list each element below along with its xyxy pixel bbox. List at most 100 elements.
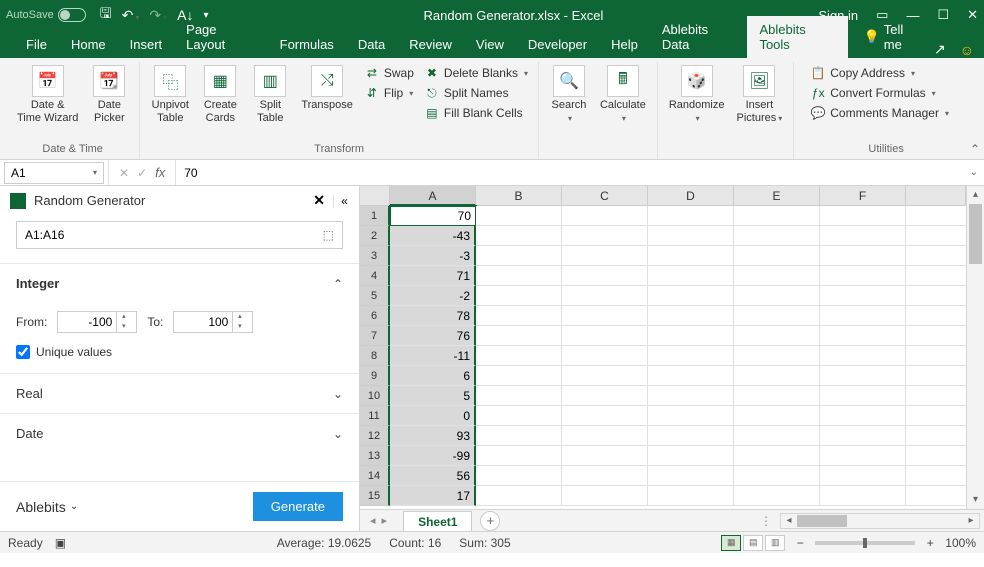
view-pagebreak-icon[interactable]: ▥	[765, 535, 785, 551]
col-header-C[interactable]: C	[562, 186, 648, 206]
cell-C12[interactable]	[562, 426, 648, 446]
cell-F4[interactable]	[820, 266, 906, 286]
split-names-button[interactable]: ⎋Split Names	[420, 84, 532, 102]
cell-F10[interactable]	[820, 386, 906, 406]
cell-D11[interactable]	[648, 406, 734, 426]
copy-address-button[interactable]: 📋Copy Address▾	[806, 64, 953, 82]
cell-C4[interactable]	[562, 266, 648, 286]
from-value[interactable]	[58, 315, 116, 329]
tab-help[interactable]: Help	[599, 31, 650, 58]
row-header-13[interactable]: 13	[360, 446, 390, 466]
cell-E3[interactable]	[734, 246, 820, 266]
ablebits-brand[interactable]: Ablebits ⌄	[16, 499, 78, 515]
tab-review[interactable]: Review	[397, 31, 464, 58]
cell-blank[interactable]	[906, 386, 966, 406]
cell-E13[interactable]	[734, 446, 820, 466]
cell-D4[interactable]	[648, 266, 734, 286]
zoom-in-icon[interactable]: +	[923, 536, 937, 550]
unique-checkbox-input[interactable]	[16, 345, 30, 359]
maximize-icon[interactable]: ☐	[937, 7, 949, 23]
flip-button[interactable]: ⇵Flip▾	[360, 84, 418, 102]
row-header-10[interactable]: 10	[360, 386, 390, 406]
row-header-5[interactable]: 5	[360, 286, 390, 306]
expand-formula-icon[interactable]: ⌄	[964, 167, 984, 178]
autosave-toggle[interactable]: AutoSave	[6, 8, 86, 22]
row-header-15[interactable]: 15	[360, 486, 390, 506]
cell-F12[interactable]	[820, 426, 906, 446]
cell-E15[interactable]	[734, 486, 820, 506]
fill-blank-button[interactable]: ▤Fill Blank Cells	[420, 104, 532, 122]
cell-B1[interactable]	[476, 206, 562, 226]
cell-C3[interactable]	[562, 246, 648, 266]
cell-B4[interactable]	[476, 266, 562, 286]
unique-values-checkbox[interactable]: Unique values	[16, 345, 343, 359]
redo-icon[interactable]: ↷▾	[149, 7, 167, 24]
col-header-B[interactable]: B	[476, 186, 562, 206]
cell-C10[interactable]	[562, 386, 648, 406]
horizontal-scrollbar[interactable]: ◂ ▸	[780, 513, 980, 529]
cell-C7[interactable]	[562, 326, 648, 346]
cell-A3[interactable]: -3	[390, 246, 476, 266]
cell-F3[interactable]	[820, 246, 906, 266]
cell-B7[interactable]	[476, 326, 562, 346]
macro-record-icon[interactable]: ▣	[55, 536, 66, 550]
view-pagelayout-icon[interactable]: ▤	[743, 535, 763, 551]
col-header-A[interactable]: A	[390, 186, 476, 206]
to-input[interactable]: ▴▾	[173, 311, 253, 333]
cell-blank[interactable]	[906, 446, 966, 466]
tab-formulas[interactable]: Formulas	[268, 31, 346, 58]
cell-A12[interactable]: 93	[390, 426, 476, 446]
search-button[interactable]: 🔍Search▾	[545, 62, 593, 141]
cell-B9[interactable]	[476, 366, 562, 386]
cell-F8[interactable]	[820, 346, 906, 366]
row-header-3[interactable]: 3	[360, 246, 390, 266]
tab-pagelayout[interactable]: Page Layout	[174, 16, 267, 58]
row-header-6[interactable]: 6	[360, 306, 390, 326]
section-header-real[interactable]: Real ⌄	[0, 374, 359, 413]
cell-D2[interactable]	[648, 226, 734, 246]
cell-blank[interactable]	[906, 226, 966, 246]
cell-C14[interactable]	[562, 466, 648, 486]
sheet-tab-sheet1[interactable]: Sheet1	[403, 511, 472, 531]
cell-blank[interactable]	[906, 266, 966, 286]
cell-D10[interactable]	[648, 386, 734, 406]
cell-A7[interactable]: 76	[390, 326, 476, 346]
cell-A4[interactable]: 71	[390, 266, 476, 286]
close-pane-icon[interactable]: ✕	[313, 192, 325, 209]
cell-C13[interactable]	[562, 446, 648, 466]
section-header-integer[interactable]: Integer ⌃	[0, 264, 359, 303]
tab-ablebits-data[interactable]: Ablebits Data	[650, 16, 748, 58]
cell-F2[interactable]	[820, 226, 906, 246]
cell-D7[interactable]	[648, 326, 734, 346]
tab-view[interactable]: View	[464, 31, 516, 58]
cell-E7[interactable]	[734, 326, 820, 346]
to-value[interactable]	[174, 315, 232, 329]
cell-A9[interactable]: 6	[390, 366, 476, 386]
tell-me[interactable]: 💡 Tell me	[852, 16, 934, 58]
fx-icon[interactable]: fx	[155, 165, 165, 180]
cell-E2[interactable]	[734, 226, 820, 246]
cell-E10[interactable]	[734, 386, 820, 406]
cell-B10[interactable]	[476, 386, 562, 406]
cell-D15[interactable]	[648, 486, 734, 506]
zoom-level[interactable]: 100%	[945, 536, 976, 550]
cell-D3[interactable]	[648, 246, 734, 266]
cell-D1[interactable]	[648, 206, 734, 226]
view-normal-icon[interactable]: ▦	[721, 535, 741, 551]
cell-D9[interactable]	[648, 366, 734, 386]
row-header-9[interactable]: 9	[360, 366, 390, 386]
cell-C2[interactable]	[562, 226, 648, 246]
cell-F11[interactable]	[820, 406, 906, 426]
from-input[interactable]: ▴▾	[57, 311, 137, 333]
scroll-thumb[interactable]	[797, 515, 847, 527]
calculate-button[interactable]: 🖩Calculate▾	[595, 62, 651, 141]
cell-blank[interactable]	[906, 426, 966, 446]
share-icon[interactable]: ↗	[934, 41, 946, 58]
row-header-8[interactable]: 8	[360, 346, 390, 366]
split-table-button[interactable]: ▥ Split Table	[246, 62, 294, 141]
row-header-2[interactable]: 2	[360, 226, 390, 246]
cancel-icon[interactable]: ✕	[119, 166, 129, 180]
cell-A13[interactable]: -99	[390, 446, 476, 466]
cell-B11[interactable]	[476, 406, 562, 426]
cell-D8[interactable]	[648, 346, 734, 366]
